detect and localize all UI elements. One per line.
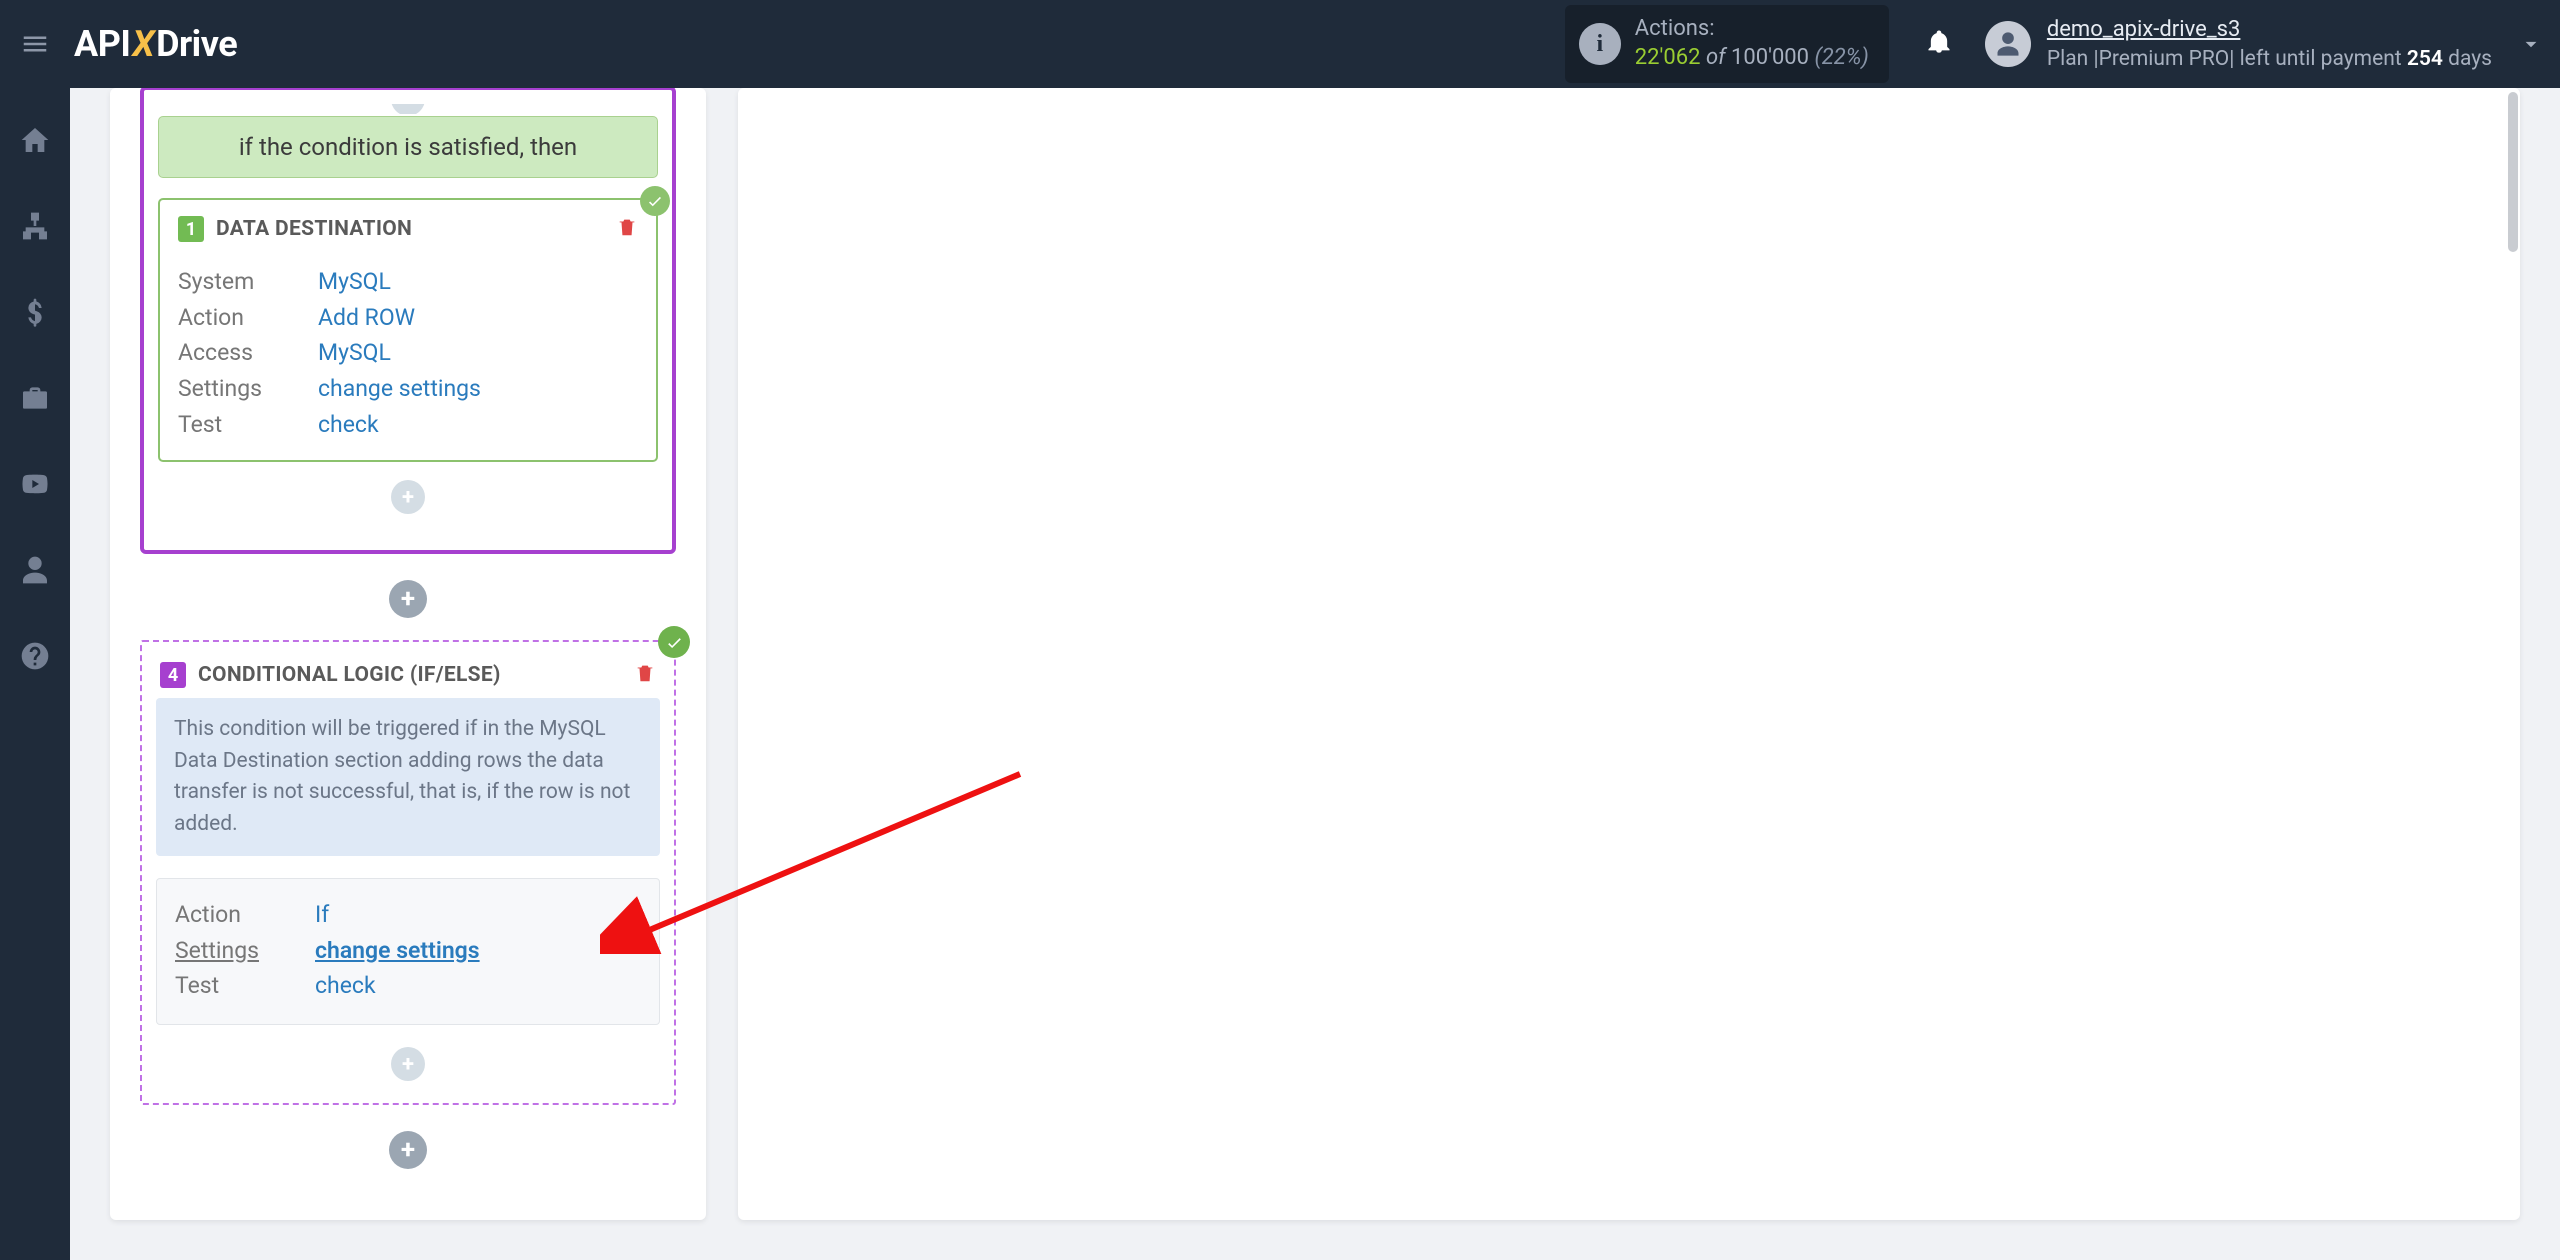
delete-conditional-logic-icon[interactable]: [634, 662, 656, 688]
kv-key: Settings: [175, 933, 295, 969]
hamburger-menu-button[interactable]: [0, 29, 70, 59]
conditional-logic-title: CONDITIONAL LOGIC (IF/ELSE): [198, 663, 622, 687]
access-link[interactable]: MySQL: [318, 335, 391, 371]
settings-link[interactable]: change settings: [318, 371, 481, 407]
add-logic-step-button[interactable]: [391, 1047, 425, 1081]
content: if the condition is satisfied, then 1 DA…: [70, 88, 2560, 1260]
data-destination-card: 1 DATA DESTINATION System MySQL Action A…: [158, 198, 658, 462]
rail-help-icon[interactable]: [11, 632, 59, 680]
actions-numbers: 22'062 of 100'000 (22%): [1635, 44, 1869, 73]
actions-pct: (22%): [1815, 45, 1869, 70]
kv-row: Test check: [175, 968, 641, 1004]
plan-days: 254: [2407, 47, 2443, 71]
kv-row: System MySQL: [178, 264, 638, 300]
data-destination-header: 1 DATA DESTINATION: [160, 200, 656, 258]
logo-x: X: [132, 23, 154, 65]
kv-row: Action Add ROW: [178, 300, 638, 336]
actions-text: Actions: 22'062 of 100'000 (22%): [1635, 15, 1869, 72]
logic-change-settings-link[interactable]: change settings: [315, 933, 480, 969]
rail-briefcase-icon[interactable]: [11, 374, 59, 422]
conditional-logic-badge: 4: [160, 662, 186, 688]
right-panel: [738, 88, 2520, 1220]
system-link[interactable]: MySQL: [318, 264, 391, 300]
kv-key: Test: [175, 968, 295, 1004]
plan-prefix: Plan |Premium PRO| left until payment: [2047, 47, 2407, 71]
data-destination-title: DATA DESTINATION: [216, 217, 604, 241]
actions-box[interactable]: i Actions: 22'062 of 100'000 (22%): [1565, 5, 1889, 82]
rail-home-icon[interactable]: [11, 116, 59, 164]
condition-satisfied-banner: if the condition is satisfied, then: [158, 116, 658, 178]
info-icon: i: [1579, 23, 1621, 65]
kv-key: Access: [178, 335, 298, 371]
plan-suffix: days: [2443, 47, 2492, 71]
actions-label: Actions:: [1635, 15, 1869, 44]
kv-row: Settings change settings: [178, 371, 638, 407]
check-icon: [658, 626, 690, 658]
rail-youtube-icon[interactable]: [11, 460, 59, 508]
action-link[interactable]: Add ROW: [318, 300, 415, 336]
conditional-logic-kv: Action If Settings change settings Test …: [156, 878, 660, 1025]
topbar: API X Drive i Actions: 22'062 of 100'000…: [0, 0, 2560, 88]
actions-used: 22'062: [1635, 45, 1701, 70]
avatar-icon: [1985, 21, 2031, 67]
kv-key: Action: [175, 897, 295, 933]
purple-condition-box: if the condition is satisfied, then 1 DA…: [140, 86, 676, 554]
logo-api: API: [74, 23, 130, 65]
left-panel: if the condition is satisfied, then 1 DA…: [110, 88, 706, 1220]
leftrail: [0, 88, 70, 1260]
add-block-button[interactable]: +: [389, 580, 427, 618]
user-name: demo_apix-drive_s3: [2047, 15, 2492, 45]
rail-user-icon[interactable]: [11, 546, 59, 594]
kv-key: Settings: [178, 371, 298, 407]
user-menu-caret-icon[interactable]: [2502, 31, 2560, 57]
data-destination-kv: System MySQL Action Add ROW Access MySQL…: [160, 258, 656, 460]
check-icon: [640, 186, 670, 216]
notifications-bell-icon[interactable]: [1915, 27, 1963, 62]
actions-total: 100'000: [1731, 45, 1809, 70]
kv-row: Settings change settings: [175, 933, 641, 969]
conditional-logic-header: 4 CONDITIONAL LOGIC (IF/ELSE): [156, 656, 660, 692]
scrollbar[interactable]: [2508, 92, 2518, 252]
kv-row: Access MySQL: [178, 335, 638, 371]
kv-key: System: [178, 264, 298, 300]
conditional-logic-note: This condition will be triggered if in t…: [156, 698, 660, 856]
actions-of: of: [1706, 45, 1726, 70]
logo-drive: Drive: [156, 23, 237, 65]
logic-test-link[interactable]: check: [315, 968, 376, 1004]
add-step-button[interactable]: [391, 480, 425, 514]
add-final-block-button[interactable]: +: [389, 1131, 427, 1169]
conditional-logic-box: 4 CONDITIONAL LOGIC (IF/ELSE) This condi…: [140, 640, 676, 1105]
kv-row: Test check: [178, 407, 638, 443]
logo[interactable]: API X Drive: [74, 23, 237, 65]
data-destination-badge: 1: [178, 216, 204, 242]
logic-action-link[interactable]: If: [315, 897, 329, 933]
rail-billing-icon[interactable]: [11, 288, 59, 336]
user-text: demo_apix-drive_s3 Plan |Premium PRO| le…: [2047, 15, 2492, 73]
rail-sitemap-icon[interactable]: [11, 202, 59, 250]
user-block[interactable]: demo_apix-drive_s3 Plan |Premium PRO| le…: [1985, 15, 2492, 73]
kv-key: Action: [178, 300, 298, 336]
kv-key: Test: [178, 407, 298, 443]
kv-row: Action If: [175, 897, 641, 933]
user-plan: Plan |Premium PRO| left until payment 25…: [2047, 45, 2492, 73]
test-link[interactable]: check: [318, 407, 379, 443]
delete-data-destination-icon[interactable]: [616, 216, 638, 242]
